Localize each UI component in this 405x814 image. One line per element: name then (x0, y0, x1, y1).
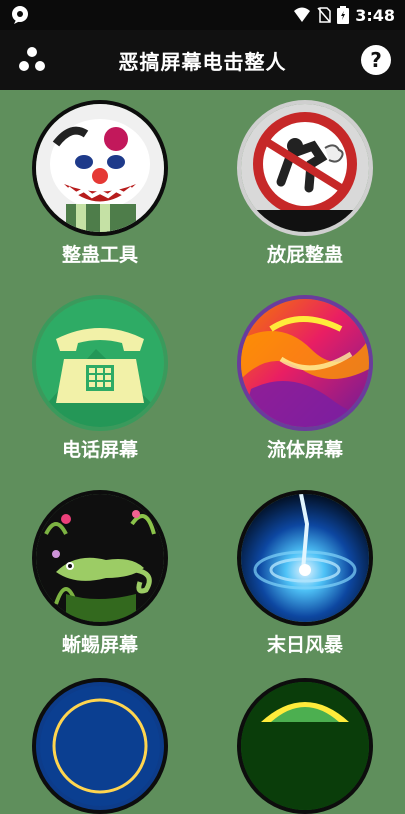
tile-label: 电话屏幕 (61, 439, 138, 461)
colorful-parrot-icon[interactable] (237, 678, 373, 814)
dots-menu-icon[interactable] (16, 44, 48, 76)
galaxy-storm-icon (237, 490, 373, 626)
zodiac-icon[interactable] (32, 678, 168, 814)
fart-sign-icon (237, 100, 373, 236)
tile-label: 流体屏幕 (266, 439, 343, 461)
wifi-icon (294, 7, 311, 22)
tile-fluid-screen[interactable]: 流体屏幕 (215, 285, 395, 465)
feature-grid: 整蛊工具 放屁整蛊 电话屏幕 流体屏幕 蜥蜴屏幕 末日风暴 (0, 90, 405, 814)
no-sim-icon (317, 7, 331, 23)
tile-doomsday-storm[interactable]: 末日风暴 (215, 480, 395, 660)
tile-label: 蜥蜴屏幕 (61, 634, 138, 656)
notification-bubble-icon (12, 6, 28, 24)
status-time: 3:48 (355, 5, 395, 25)
lizard-icon (32, 490, 168, 626)
help-icon[interactable]: ? (361, 45, 391, 75)
status-bar: 3:48 (0, 0, 405, 30)
tile-label: 整蛊工具 (61, 244, 138, 266)
tile-lizard-screen[interactable]: 蜥蜴屏幕 (10, 480, 190, 660)
battery-icon (337, 6, 350, 24)
app-title: 恶搞屏幕电击整人 (118, 49, 287, 74)
telephone-icon (32, 295, 168, 431)
app-bar: 恶搞屏幕电击整人 ? (0, 30, 405, 90)
tile-label: 放屁整蛊 (266, 244, 343, 266)
status-right: 3:48 (293, 5, 395, 25)
tile-phone-screen[interactable]: 电话屏幕 (10, 285, 190, 465)
fluid-colors-icon (237, 295, 373, 431)
tile-label: 末日风暴 (266, 634, 343, 656)
tile-fart-prank[interactable]: 放屁整蛊 (215, 90, 395, 270)
tile-prank-tools[interactable]: 整蛊工具 (10, 90, 190, 270)
clown-icon (32, 100, 168, 236)
help-symbol: ? (370, 48, 382, 72)
